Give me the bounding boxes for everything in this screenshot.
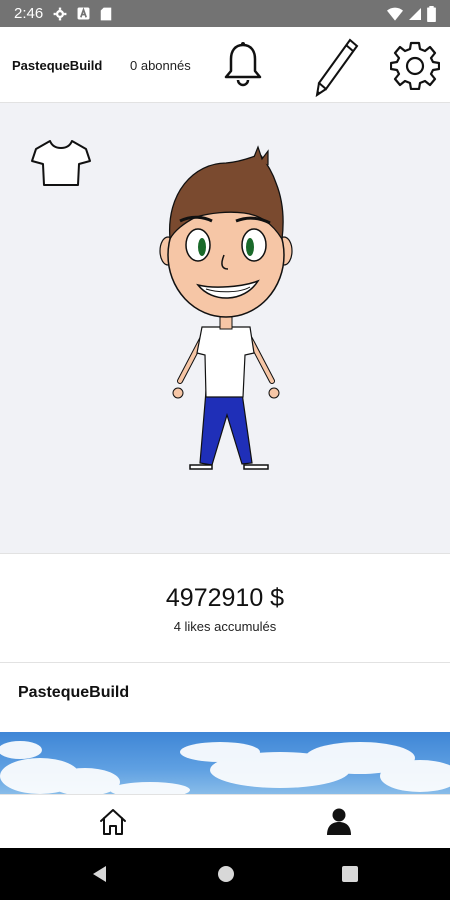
signal-icon [409, 7, 421, 20]
profile-name: PastequeBuild [18, 684, 130, 701]
wifi-icon [387, 7, 403, 21]
bell-icon[interactable] [222, 41, 264, 87]
profile-icon[interactable] [325, 807, 353, 837]
sd-card-icon [100, 7, 112, 20]
status-bar: 2:46 [0, 0, 450, 27]
system-navigation-bar [0, 848, 450, 900]
recent-apps-icon[interactable] [341, 865, 359, 883]
gear-icon [53, 7, 67, 20]
stats-card: 4972910 $ 4 likes accumulés [0, 553, 450, 663]
followers-count[interactable]: 0 abonnés [130, 58, 191, 73]
header-username[interactable]: PastequeBuild [12, 58, 102, 73]
pencil-icon[interactable] [312, 37, 360, 99]
avatar-character[interactable] [150, 143, 300, 483]
profile-banner-image [0, 732, 450, 794]
avatar-area [0, 103, 450, 553]
home-circle-icon[interactable] [216, 864, 236, 884]
tshirt-icon[interactable] [30, 137, 92, 189]
bottom-navigation [0, 794, 450, 848]
gear-icon[interactable] [390, 40, 440, 90]
back-icon[interactable] [90, 864, 110, 884]
status-time: 2:46 [14, 5, 44, 22]
battery-icon [427, 5, 436, 22]
a-icon [77, 7, 90, 20]
likes-count: 4 likes accumulés [173, 619, 277, 634]
home-icon[interactable] [98, 807, 128, 837]
profile-header: PastequeBuild 0 abonnés [0, 27, 450, 103]
money-amount: 4972910 $ [165, 584, 285, 612]
